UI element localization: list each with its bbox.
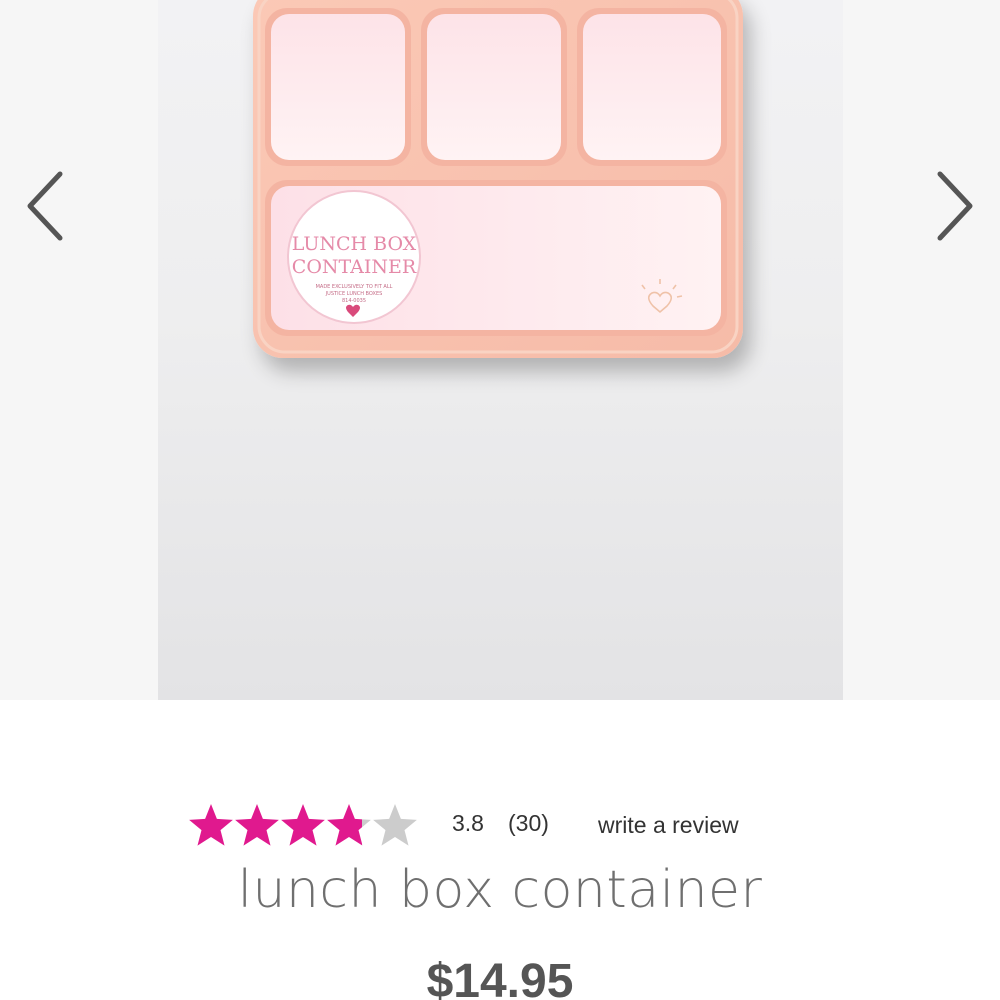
svg-text:LUNCH BOX: LUNCH BOX [292, 233, 417, 255]
write-review-link[interactable]: write a review [598, 812, 739, 839]
product-photo[interactable]: LUNCH BOX CONTAINER MADE EXCLUSIVELY TO … [158, 0, 843, 700]
next-image-button[interactable] [930, 168, 980, 244]
svg-text:814-0035: 814-0035 [342, 298, 366, 304]
product-gallery: LUNCH BOX CONTAINER MADE EXCLUSIVELY TO … [0, 0, 1000, 700]
svg-text:MADE EXCLUSIVELY TO FIT ALL: MADE EXCLUSIVELY TO FIT ALL [316, 284, 393, 290]
rating-value: 3.8 [452, 810, 484, 836]
lunch-box-image: LUNCH BOX CONTAINER MADE EXCLUSIVELY TO … [253, 0, 743, 358]
gallery-left-margin [0, 0, 158, 700]
star-icon [235, 804, 279, 846]
rating-row: 3.8 (30) write a review [188, 800, 828, 850]
star-icon [327, 804, 371, 846]
product-price: $14.95 [426, 955, 574, 1000]
star-icon [373, 804, 417, 846]
product-title: lunch box container [237, 860, 763, 920]
gallery-right-margin [843, 0, 1000, 700]
product-info: 3.8 (30) write a review lunch box contai… [0, 700, 1000, 1000]
svg-text:CONTAINER: CONTAINER [292, 256, 417, 278]
star-rating[interactable] [188, 802, 418, 846]
rating-count[interactable]: (30) [508, 810, 549, 837]
svg-text:JUSTICE LUNCH BOXES: JUSTICE LUNCH BOXES [325, 291, 383, 297]
chevron-left-icon [27, 171, 63, 241]
star-icon [189, 804, 233, 846]
previous-image-button[interactable] [20, 168, 70, 244]
star-icon [281, 804, 325, 846]
chevron-right-icon [937, 171, 973, 241]
